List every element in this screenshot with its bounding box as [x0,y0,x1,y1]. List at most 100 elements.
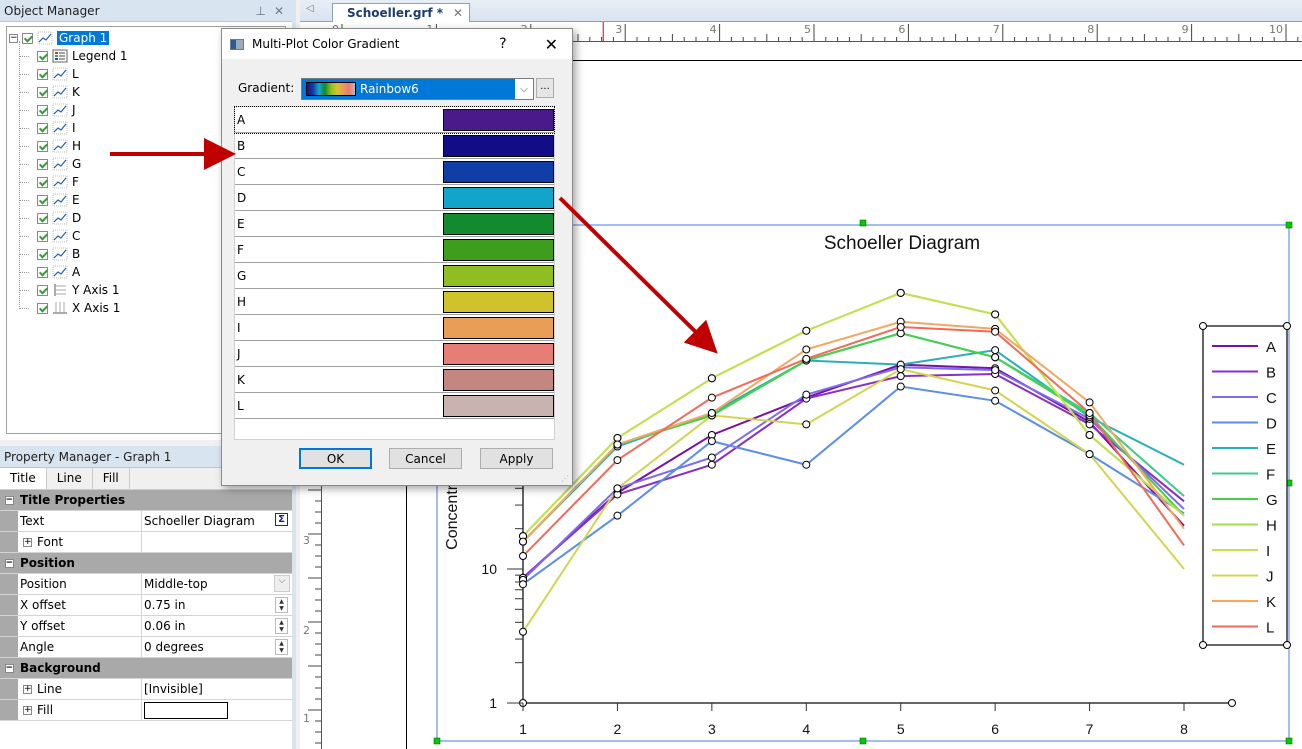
color-list-item-j[interactable]: J [235,341,554,367]
visibility-checkbox[interactable] [37,248,48,260]
tree-item-k[interactable]: K [19,83,80,101]
tree-item-x-axis-1[interactable]: X Axis 1 [19,299,120,317]
tree-item-graph-1[interactable]: − Graph 1 [9,29,110,47]
color-list-item-h[interactable]: H [235,289,554,315]
tree-item-c[interactable]: C [19,227,80,245]
scroll-left-icon[interactable]: ◁ [306,3,314,14]
property-row-line[interactable]: + Line [Invisible] [0,679,292,700]
section-position[interactable]: − Position [0,553,292,574]
property-value[interactable]: 0.06 in ▲ ▼ [142,616,292,636]
tree-item-e[interactable]: E [19,191,80,209]
color-swatch[interactable] [443,109,554,131]
property-row-font[interactable]: + Font [0,532,292,553]
visibility-checkbox[interactable] [37,86,48,98]
visibility-checkbox[interactable] [22,32,33,44]
document-tab[interactable]: Schoeller.grf * ✕ [332,3,471,22]
property-row-text[interactable]: Text Schoeller Diagram Σ [0,511,292,532]
property-value[interactable]: Schoeller Diagram Σ [142,511,292,531]
property-row-x-offset[interactable]: X offset 0.75 in ▲ ▼ [0,595,292,616]
tree-item-a[interactable]: A [19,263,80,281]
visibility-checkbox[interactable] [37,140,48,152]
chevron-down-icon[interactable]: ⌵ [515,79,533,99]
color-swatch[interactable] [443,161,554,183]
visibility-checkbox[interactable] [37,212,48,224]
visibility-checkbox[interactable] [37,122,48,134]
property-value[interactable]: 0 degrees ▲ ▼ [142,637,292,657]
expand-icon[interactable]: + [23,705,32,715]
visibility-checkbox[interactable] [37,176,48,188]
tree-item-h[interactable]: H [19,137,81,155]
collapse-icon[interactable]: − [0,553,18,573]
section-background[interactable]: − Background [0,658,292,679]
visibility-checkbox[interactable] [37,230,48,242]
property-row-fill[interactable]: + Fill [0,700,292,721]
color-list-item-i[interactable]: I [235,315,554,341]
close-icon[interactable]: ✕ [274,4,284,18]
color-list-item-b[interactable]: B [235,133,554,159]
tree-item-g[interactable]: G [19,155,81,173]
color-swatch[interactable] [443,239,554,261]
spinner-icon[interactable]: ▲ ▼ [275,597,288,613]
tree-item-b[interactable]: B [19,245,80,263]
section-title-properties[interactable]: − Title Properties [0,490,292,511]
chevron-down-icon[interactable]: ⌵ [274,575,290,592]
collapse-icon[interactable]: − [0,658,18,678]
property-value[interactable]: Middle-top ⌵ [142,574,292,594]
color-list-item-f[interactable]: F [235,237,554,263]
spinner-icon[interactable]: ▲ ▼ [275,639,288,655]
visibility-checkbox[interactable] [37,284,48,296]
close-tab-icon[interactable]: ✕ [453,6,463,20]
color-swatch[interactable] [443,395,554,417]
property-value[interactable] [142,700,292,720]
color-list-item-l[interactable]: L [235,393,554,419]
tab-title[interactable]: Title [0,468,47,489]
tab-fill[interactable]: Fill [93,468,130,489]
expand-icon[interactable]: + [23,537,32,547]
apply-button[interactable]: Apply [480,448,553,469]
visibility-checkbox[interactable] [37,68,48,80]
tab-line[interactable]: Line [47,468,93,489]
formula-icon[interactable]: Σ [275,513,288,526]
tree-item-j[interactable]: J [19,101,76,119]
property-value[interactable]: 0.75 in ▲ ▼ [142,595,292,615]
color-list-item-d[interactable]: D [235,185,554,211]
pin-icon[interactable]: ⊥ [255,4,265,18]
property-value[interactable] [142,532,292,552]
visibility-checkbox[interactable] [37,104,48,116]
color-swatch[interactable] [443,317,554,339]
tree-item-l[interactable]: L [19,65,79,83]
color-list-item-g[interactable]: G [235,263,554,289]
visibility-checkbox[interactable] [37,158,48,170]
color-swatch[interactable] [443,187,554,209]
tree-item-d[interactable]: D [19,209,81,227]
tree-item-i[interactable]: I [19,119,76,137]
color-swatch[interactable] [443,343,554,365]
color-list-item-e[interactable]: E [235,211,554,237]
property-row-angle[interactable]: Angle 0 degrees ▲ ▼ [0,637,292,658]
color-swatch[interactable] [443,291,554,313]
expand-icon[interactable]: + [23,684,32,694]
close-dialog-button[interactable]: ✕ [545,35,558,54]
tree-item-y-axis-1[interactable]: Y Axis 1 [19,281,120,299]
visibility-checkbox[interactable] [37,50,48,62]
collapse-icon[interactable]: − [9,33,18,43]
color-swatch[interactable] [443,135,554,157]
color-swatch[interactable] [443,265,554,287]
property-row-position[interactable]: Position Middle-top ⌵ [0,574,292,595]
color-swatch[interactable] [443,213,554,235]
color-swatch[interactable] [443,369,554,391]
color-list-item-a[interactable]: A [234,106,555,134]
resize-grip-icon[interactable]: ⋰ [561,474,569,483]
ok-button[interactable]: OK [299,448,372,469]
fill-color-swatch[interactable] [144,701,228,719]
property-value[interactable]: [Invisible] [142,679,292,699]
color-list-item-k[interactable]: K [235,367,554,393]
gradient-dropdown[interactable]: Rainbow6 ⌵ [301,78,534,100]
spinner-icon[interactable]: ▲ ▼ [275,618,288,634]
edit-gradient-button[interactable]: ... [536,78,554,98]
property-row-y-offset[interactable]: Y offset 0.06 in ▲ ▼ [0,616,292,637]
visibility-checkbox[interactable] [37,266,48,278]
color-list-item-c[interactable]: C [235,159,554,185]
tree-item-f[interactable]: F [19,173,79,191]
collapse-icon[interactable]: − [0,490,18,510]
